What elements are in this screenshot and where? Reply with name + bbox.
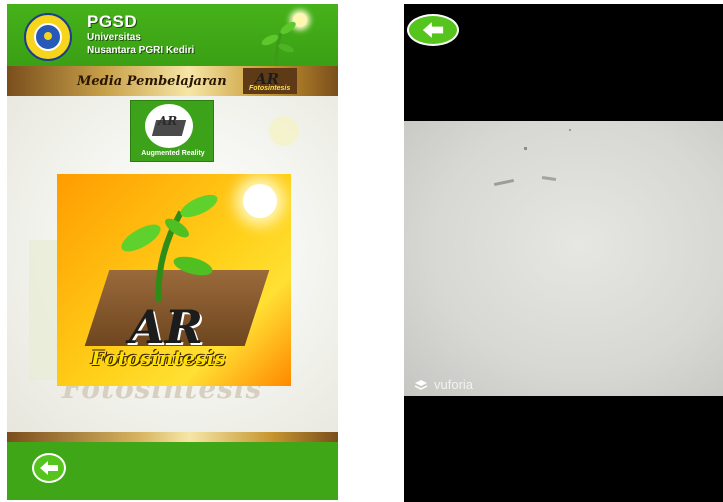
media-title: Media Pembelajaran [77, 74, 227, 89]
camera-surface-mark [493, 178, 515, 187]
menu-screen: PGSD Universitas Nusantara PGRI Kediri M… [7, 4, 338, 500]
mini-ar-logo-subtitle: Fotosintesis [249, 85, 291, 92]
footer-gold-band [7, 432, 338, 442]
ar-fotosintesis-logo: AR Fotosintesis [57, 174, 291, 386]
vuforia-logo-icon [414, 380, 428, 390]
ar-logo-text: AR [158, 114, 178, 128]
augmented-reality-button[interactable]: AR Augmented Reality [130, 100, 214, 162]
ar-camera-screen: vuforia [404, 4, 723, 502]
university-logo-inner [34, 23, 62, 51]
back-button[interactable] [32, 453, 66, 483]
sprout-icon [261, 21, 296, 66]
camera-surface-mark [569, 129, 571, 131]
sun-icon [243, 184, 277, 218]
camera-surface-mark [541, 176, 557, 181]
camera-viewfinder[interactable]: vuforia [404, 121, 723, 396]
university-line-1: Universitas [87, 32, 141, 43]
background-sun-decoration [269, 116, 299, 146]
logo-subtitle: Fotosintesis [91, 346, 226, 370]
arrow-left-icon [422, 22, 444, 38]
plant-icon [121, 194, 218, 303]
augmented-reality-label: Augmented Reality [141, 150, 205, 157]
back-button[interactable] [407, 14, 459, 46]
arrow-left-icon [40, 461, 58, 475]
vuforia-watermark: vuforia [434, 377, 474, 392]
university-line-2: Nusantara PGRI Kediri [87, 45, 195, 56]
ar-logo-icon: AR [145, 104, 193, 148]
org-title: PGSD [87, 12, 138, 31]
app-header: PGSD Universitas Nusantara PGRI Kediri M… [7, 4, 338, 96]
university-logo-icon [24, 13, 72, 61]
university-logo-emblem [44, 32, 52, 40]
camera-surface-mark [524, 147, 527, 150]
